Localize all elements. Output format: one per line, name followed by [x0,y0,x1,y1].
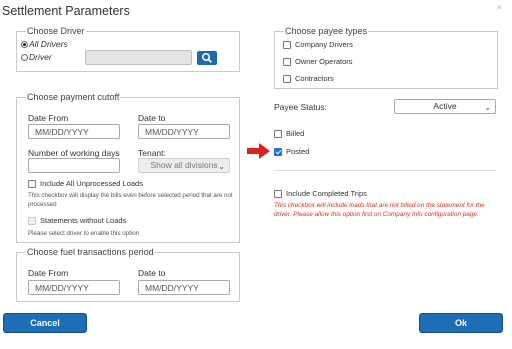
include-completed-trips-label: Include Completed Trips [286,189,367,198]
payee-status-value: Active [433,101,457,111]
include-unprocessed-checkbox[interactable] [28,180,36,188]
close-icon[interactable]: × [497,3,502,12]
ok-button[interactable]: Ok [419,313,503,333]
divider [274,170,496,171]
working-days-input[interactable] [28,158,120,173]
tenant-value: Show all divisions [150,160,218,170]
statements-without-loads-label: Statements without Loads [40,216,127,225]
driver-label: Driver [29,52,52,62]
chevron-down-icon: ⌄ [218,162,225,171]
date-from-input[interactable]: MM/DD/YYYY [28,124,120,139]
contractors-label: Contractors [295,74,334,83]
statements-without-loads-checkbox[interactable] [28,217,36,225]
tenant-select[interactable]: Show all divisions ⌄ [138,158,230,173]
date-from-label: Date From [28,113,69,123]
driver-radio[interactable] [21,54,28,61]
company-drivers-label: Company Drivers [295,40,353,49]
payee-status-select[interactable]: Active ⌄ [394,99,496,114]
payee-status-label: Payee Status: [274,102,327,112]
statements-note: Please select driver to enable this opti… [28,230,140,237]
fuel-date-to-label: Date to [138,268,166,278]
date-to-label: Date to [138,113,166,123]
working-days-label: Number of working days [28,148,120,158]
payment-cutoff-legend: Choose payment cutoff [26,92,121,102]
choose-driver-legend: Choose Driver [26,26,86,36]
fuel-period-legend: Choose fuel transactions period [26,247,155,257]
fuel-date-from-input[interactable]: MM/DD/YYYY [28,280,120,295]
red-arrow-icon [247,143,270,159]
all-drivers-label: All Drivers [29,39,68,49]
date-to-input[interactable]: MM/DD/YYYY [138,124,230,139]
owner-operators-checkbox[interactable] [283,58,291,66]
owner-operators-label: Owner Operators [295,57,353,66]
dialog-title: Settlement Parameters [2,4,130,18]
cancel-button[interactable]: Cancel [3,313,87,333]
posted-label: Posted [286,147,310,156]
billed-label: Billed [286,129,305,138]
posted-checkbox[interactable] [274,148,282,156]
company-drivers-checkbox[interactable] [283,41,291,49]
completed-trips-note: This checkbox will include loads that ar… [274,202,485,218]
billed-checkbox[interactable] [274,130,282,138]
fuel-date-from-label: Date From [28,268,69,278]
contractors-checkbox[interactable] [283,75,291,83]
fuel-date-to-input[interactable]: MM/DD/YYYY [138,280,230,295]
chevron-down-icon: ⌄ [484,103,491,112]
tenant-label: Tenant: [138,148,166,158]
search-icon [202,52,212,63]
driver-input[interactable] [85,50,192,65]
include-unprocessed-label: Include All Unprocessed Loads [40,179,143,188]
search-button[interactable] [197,51,217,65]
include-unprocessed-note: This checkbox will display the bills eve… [28,192,233,208]
payee-types-legend: Choose payee types [284,26,369,36]
all-drivers-radio[interactable] [21,41,28,48]
include-completed-trips-checkbox[interactable] [274,190,282,198]
